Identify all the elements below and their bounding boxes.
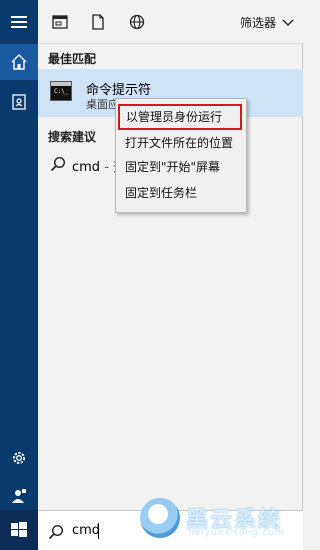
context-menu: 以管理员身份运行 打开文件所在的位置 固定到"开始"屏幕 固定到任务栏 [115,98,247,213]
globe-icon [129,14,145,30]
filter-dropdown[interactable]: 筛选器 [240,14,294,31]
text-caret [98,523,99,539]
suggestions-heading: 搜索建议 [48,130,97,144]
watermark-logo-icon [140,498,180,538]
apps-filter-button[interactable] [50,12,70,32]
watermark: 黑云系统 heiyunxitong.com [140,496,300,546]
cmd-icon-prompt: C:\_ [54,88,69,95]
home-button[interactable] [0,44,38,80]
command-prompt-icon: C:\_ [50,81,72,101]
feedback-icon [12,489,26,503]
notebook-icon [12,94,26,110]
menu-item-run-as-admin[interactable]: 以管理员身份运行 [118,104,242,130]
settings-button[interactable] [0,440,38,476]
windows-logo-icon [11,522,27,537]
gear-icon [13,452,25,464]
document-icon [92,14,104,30]
top-toolbar: 筛选器 [38,0,303,44]
home-icon [11,54,27,70]
filter-label: 筛选器 [240,16,277,30]
menu-item-open-file-location[interactable]: 打开文件所在的位置 [116,131,246,155]
menu-item-pin-to-start[interactable]: 固定到"开始"屏幕 [116,155,246,179]
best-match-heading: 最佳匹配 [48,52,97,66]
hamburger-icon [11,16,27,28]
search-input[interactable]: cmd [72,523,100,538]
menu-hamburger-button[interactable] [0,4,38,40]
suggestion-query: cmd [72,160,101,175]
start-button[interactable] [0,510,38,550]
chevron-down-icon [282,19,294,26]
notebook-button[interactable] [0,84,38,120]
menu-item-pin-to-taskbar[interactable]: 固定到任务栏 [116,181,246,205]
watermark-url: heiyunxitong.com [188,528,285,538]
web-filter-button[interactable] [127,12,147,32]
documents-filter-button[interactable] [88,12,108,32]
feedback-button[interactable] [0,478,38,514]
search-icon [48,524,64,540]
left-rail [0,0,38,550]
search-icon [50,156,66,172]
app-window-icon [52,15,68,29]
